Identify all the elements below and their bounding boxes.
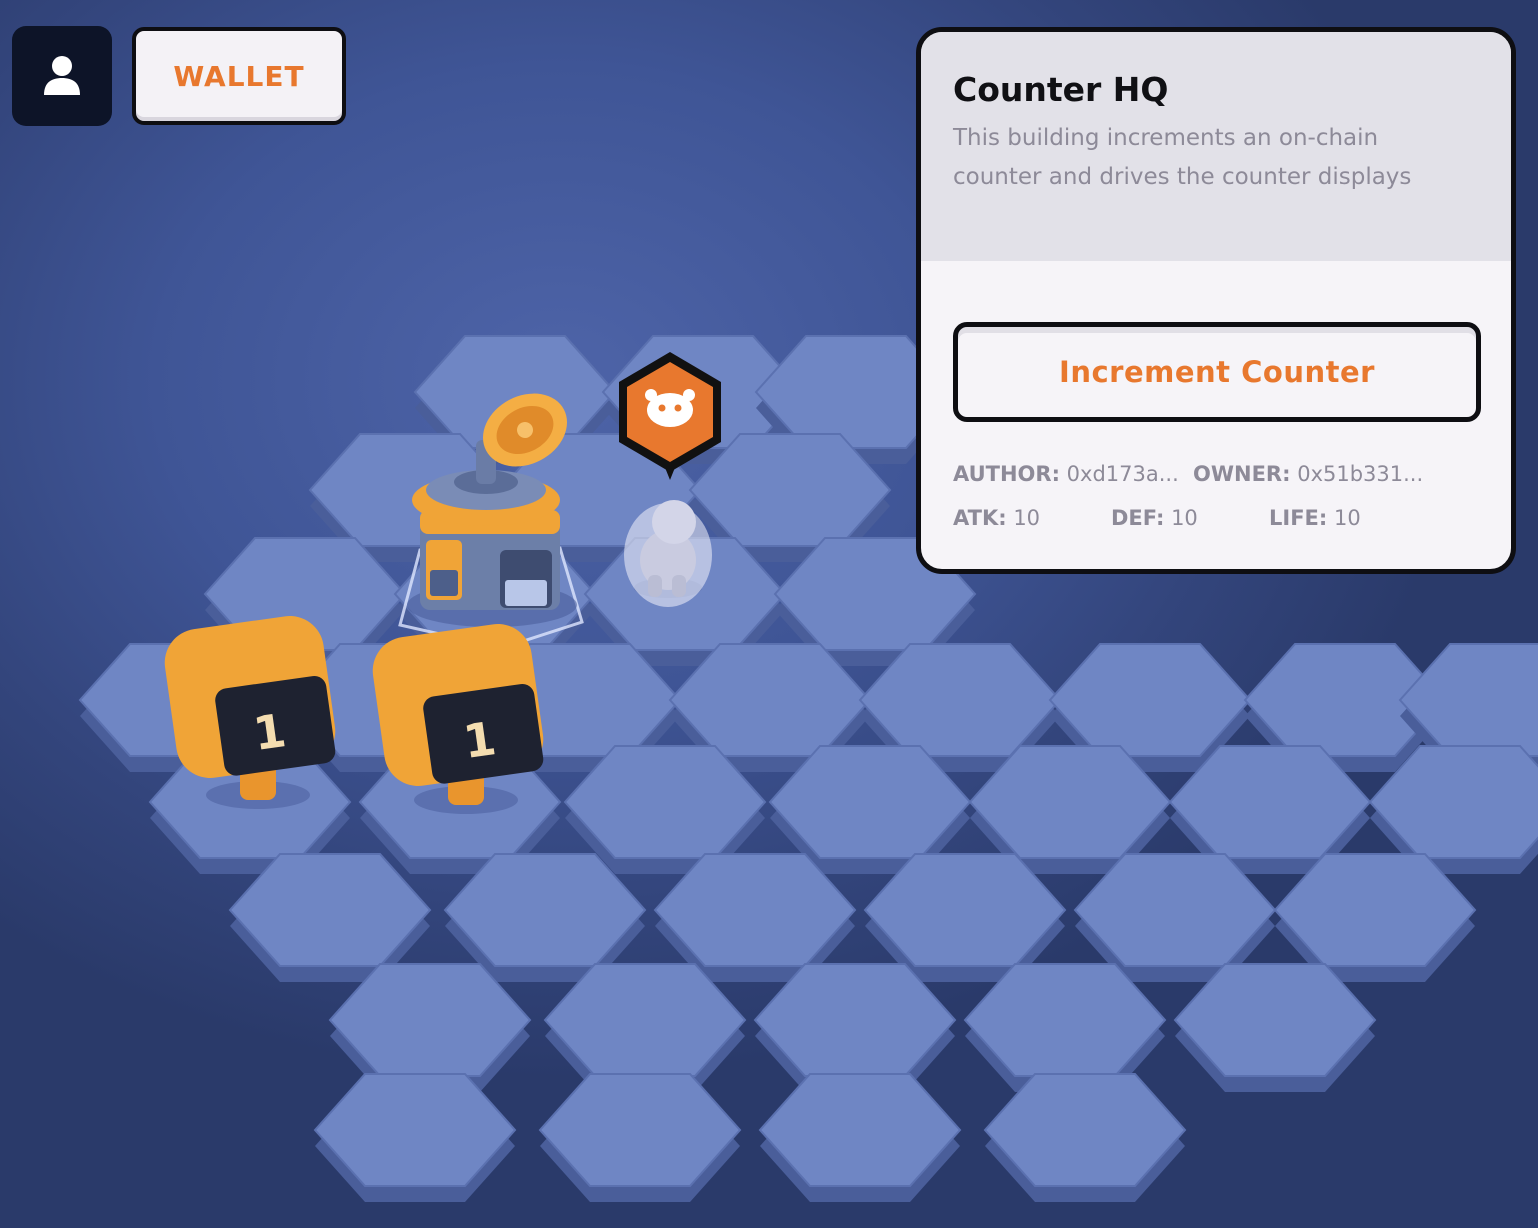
panel-header: Counter HQ This building increments an o… [921, 32, 1511, 261]
building-title: Counter HQ [953, 70, 1169, 109]
life-label: LIFE: [1269, 506, 1328, 530]
increment-counter-button[interactable]: Increment Counter [953, 322, 1481, 422]
atk-value: 10 [1013, 506, 1041, 530]
author-value: 0xd173a... [1066, 462, 1179, 486]
owner-label: OWNER: [1193, 462, 1291, 486]
def-value: 10 [1171, 506, 1198, 530]
user-icon [44, 56, 80, 95]
profile-button[interactable] [12, 26, 112, 126]
building-description: This building increments an on-chain cou… [953, 125, 1412, 190]
building-info-panel: Counter HQ This building increments an o… [916, 27, 1516, 574]
life-value: 10 [1333, 506, 1361, 530]
atk-label: ATK: [953, 506, 1007, 530]
def-label: DEF: [1111, 506, 1165, 530]
owner-value: 0x51b331... [1297, 462, 1424, 486]
author-label: AUTHOR: [953, 462, 1060, 486]
wallet-button[interactable]: WALLET [132, 27, 346, 125]
